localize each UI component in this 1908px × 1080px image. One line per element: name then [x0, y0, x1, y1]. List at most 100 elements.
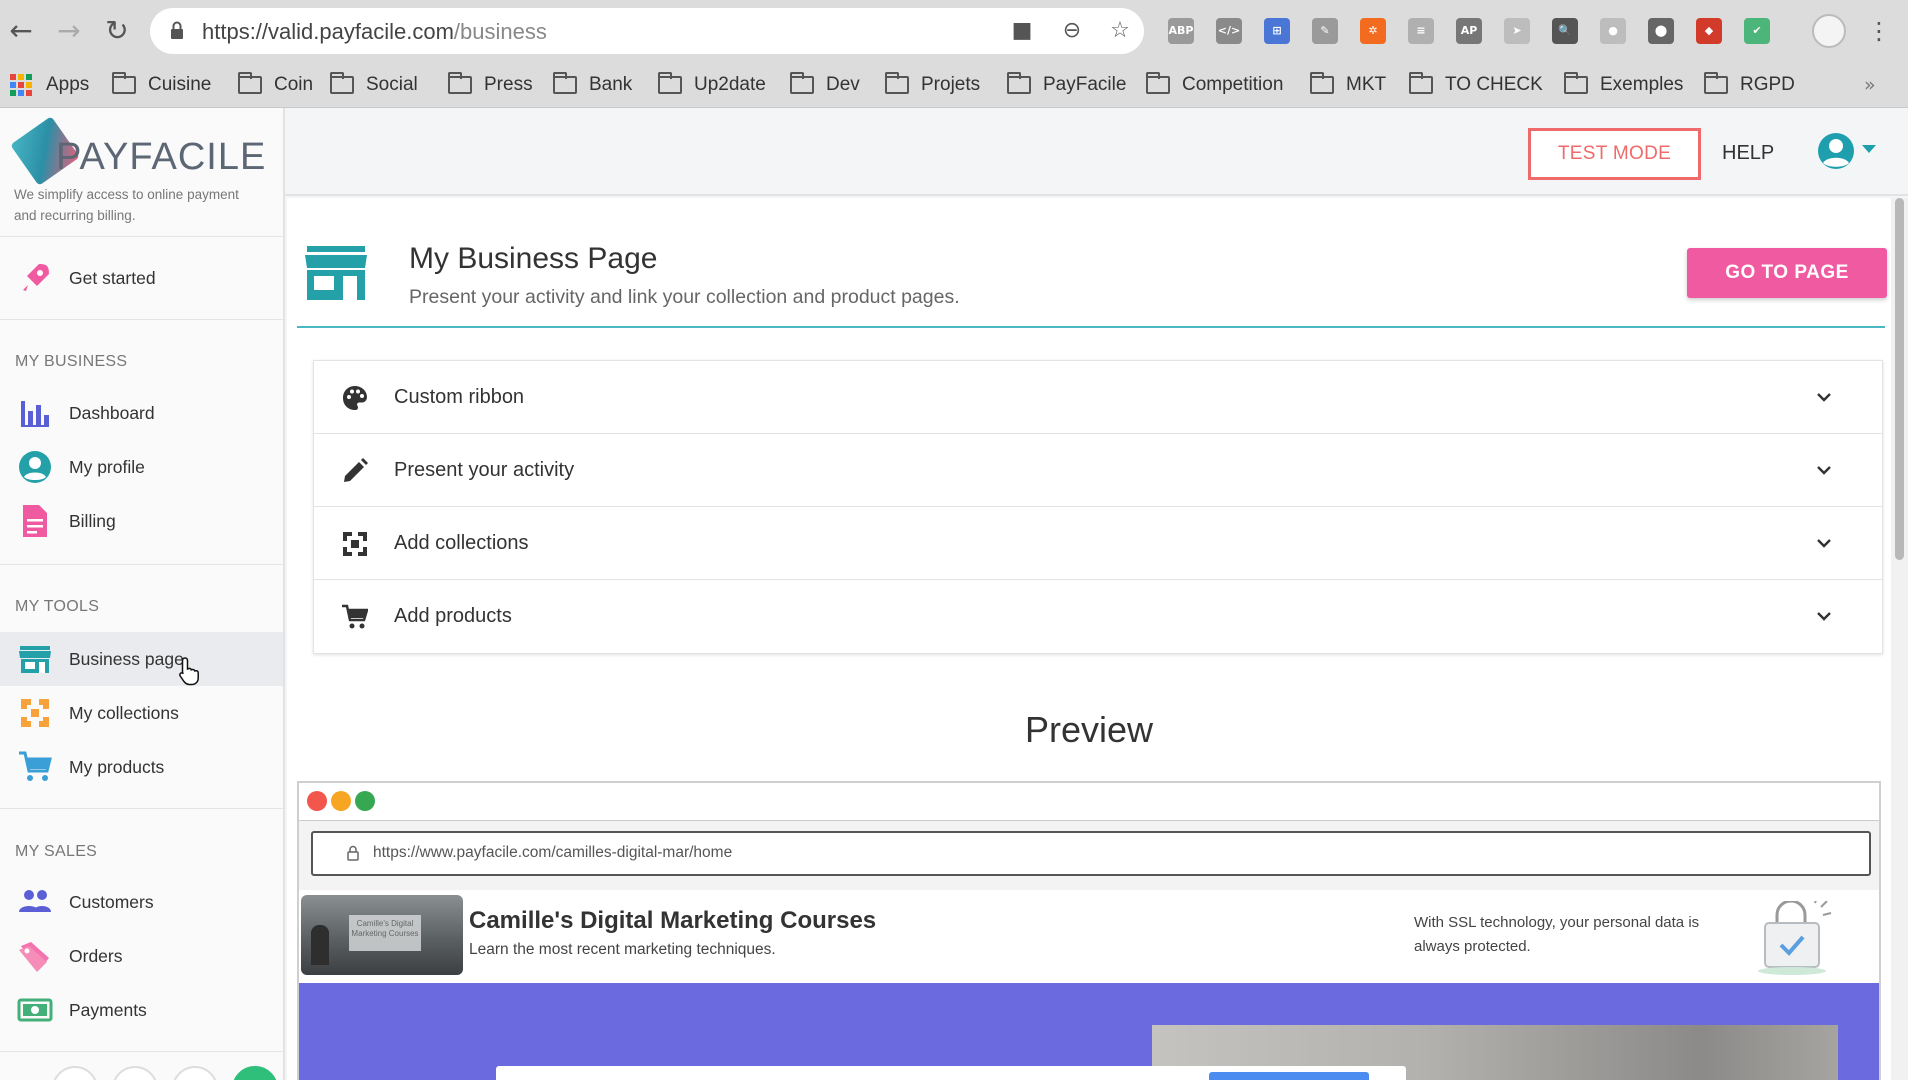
bookmark-cuisine[interactable]: Cuisine — [112, 70, 211, 100]
settings-accordion: Custom ribbon Present your activity Add … — [313, 360, 1883, 654]
thumbnail-person — [311, 925, 329, 965]
folder-icon — [1704, 72, 1728, 94]
accordion-add-products[interactable]: Add products — [314, 580, 1882, 653]
sidebar-item-business-page[interactable]: Business page — [0, 632, 283, 686]
sidebar-item-payments[interactable]: Payments — [0, 983, 283, 1037]
extension-arrow-icon[interactable]: ➤ — [1504, 18, 1530, 44]
footer-badge-icon[interactable] — [52, 1066, 98, 1080]
hero-card-button — [1209, 1072, 1369, 1080]
bookmark-payfacile[interactable]: PayFacile — [1007, 70, 1126, 100]
sidebar-item-customers[interactable]: Customers — [0, 875, 283, 929]
footer-badge-icon[interactable] — [112, 1066, 158, 1080]
back-icon[interactable]: ← — [4, 14, 38, 48]
bookmark-projets[interactable]: Projets — [885, 70, 980, 100]
zoom-icon[interactable]: ⊖ — [1060, 19, 1084, 43]
extension-ap-icon[interactable]: AP — [1456, 18, 1482, 44]
test-mode-button[interactable]: TEST MODE — [1528, 128, 1701, 180]
caret-down-icon — [1862, 145, 1876, 153]
extension-toggle-icon[interactable]: ● — [1600, 18, 1626, 44]
browser-menu-icon[interactable]: ⋮ — [1862, 14, 1896, 48]
sidebar: PAYFACILE We simplify access to online p… — [0, 108, 285, 1080]
sidebar-item-get-started[interactable]: Get started — [0, 251, 283, 305]
extension-check-icon[interactable]: ✔ — [1744, 18, 1770, 44]
sidebar-item-label: My products — [69, 756, 165, 777]
sidebar-item-my-profile[interactable]: My profile — [0, 440, 283, 494]
bookmark-bank[interactable]: Bank — [553, 70, 632, 100]
folder-icon — [1310, 72, 1334, 94]
bookmark-competition[interactable]: Competition — [1146, 70, 1283, 100]
folder-icon — [330, 72, 354, 94]
bookmark-star-icon[interactable]: ☆ — [1108, 19, 1132, 43]
bookmark-coin[interactable]: Coin — [238, 70, 313, 100]
extension-orange-icon[interactable]: ✲ — [1360, 18, 1386, 44]
bookmark-label: Competition — [1182, 74, 1284, 95]
scrollbar-thumb[interactable] — [1895, 198, 1904, 560]
people-icon — [19, 890, 51, 912]
sidebar-item-orders[interactable]: Orders — [0, 929, 283, 983]
palette-icon — [343, 386, 367, 410]
accordion-present-activity[interactable]: Present your activity — [314, 434, 1882, 507]
sidebar-item-my-products[interactable]: My products — [0, 740, 283, 794]
forward-icon[interactable]: → — [52, 14, 86, 48]
bookmark-label: Projets — [921, 74, 981, 95]
account-menu-button[interactable] — [1816, 131, 1876, 171]
apps-grid-icon — [10, 74, 32, 96]
reload-icon[interactable]: ↻ — [100, 14, 134, 48]
accordion-add-collections[interactable]: Add collections — [314, 507, 1882, 580]
extension-magnifier-icon[interactable]: 🔍 — [1552, 18, 1578, 44]
thumbnail-text: Camille's Digital Marketing Courses — [351, 919, 419, 938]
bookmark-to-check[interactable]: TO CHECK — [1409, 70, 1543, 100]
account-icon — [1818, 133, 1854, 169]
sidebar-item-label: Get started — [69, 267, 156, 288]
page-subtitle: Present your activity and link your coll… — [409, 286, 960, 308]
bookmark-mkt[interactable]: MKT — [1310, 70, 1386, 100]
sidebar-item-label: Orders — [69, 945, 123, 966]
store-icon — [305, 246, 367, 300]
bookmark-label: Social — [366, 74, 418, 95]
sidebar-divider — [0, 1051, 283, 1052]
page-scrollbar[interactable] — [1891, 198, 1908, 1080]
help-link[interactable]: HELP — [1722, 142, 1774, 165]
bookmark-social[interactable]: Social — [330, 70, 418, 100]
extension-gray-icon[interactable]: ≡ — [1408, 18, 1434, 44]
bookmark-up2date[interactable]: Up2date — [658, 70, 766, 100]
profile-avatar-icon[interactable] — [1812, 14, 1846, 48]
extension-edit-icon[interactable]: ✎ — [1312, 18, 1338, 44]
sidebar-item-label: Payments — [69, 999, 147, 1020]
bookmark-exemples[interactable]: Exemples — [1564, 70, 1683, 100]
extension-blue-icon[interactable]: ⊞ — [1264, 18, 1290, 44]
lock-icon — [347, 845, 359, 861]
bookmark-rgpd[interactable]: RGPD — [1704, 70, 1795, 100]
code-icon[interactable]: </> — [1216, 18, 1242, 44]
bookmark-dev[interactable]: Dev — [790, 70, 860, 100]
course-thumbnail: Camille's Digital Marketing Courses — [301, 895, 463, 975]
go-to-page-button[interactable]: GO TO PAGE — [1687, 248, 1887, 298]
camera-icon[interactable]: ■ — [1010, 19, 1034, 43]
bookmark-press[interactable]: Press — [448, 70, 533, 100]
preview-frame: https://www.payfacile.com/camilles-digit… — [297, 781, 1881, 1080]
page-title: My Business Page — [409, 242, 658, 275]
bookmark-apps[interactable]: Apps — [10, 70, 89, 100]
sidebar-item-label: Billing — [69, 510, 116, 531]
extension-red-icon[interactable]: ◆ — [1696, 18, 1722, 44]
folder-icon — [658, 72, 682, 94]
pencil-icon — [344, 458, 368, 482]
sidebar-item-dashboard[interactable]: Dashboard — [0, 386, 283, 440]
document-icon — [23, 505, 47, 537]
sidebar-item-my-collections[interactable]: My collections — [0, 686, 283, 740]
main-content: My Business Page Present your activity a… — [287, 198, 1891, 1080]
user-circle-icon — [19, 451, 51, 483]
sidebar-divider — [0, 808, 283, 809]
chevron-down-icon — [1817, 539, 1831, 548]
bookmarks-overflow-icon[interactable]: » — [1864, 70, 1876, 100]
extension-pin-icon[interactable]: ⬤ — [1648, 18, 1674, 44]
cart-icon — [342, 604, 368, 629]
sidebar-item-billing[interactable]: Billing — [0, 494, 283, 548]
abp-icon[interactable]: ABP — [1168, 18, 1194, 44]
bookmark-label: Bank — [589, 74, 633, 95]
footer-badge-icon[interactable] — [172, 1066, 218, 1080]
address-bar[interactable]: https://valid.payfacile.com/business ■ ⊖… — [150, 8, 1144, 54]
bookmark-label: MKT — [1346, 74, 1387, 95]
chat-badge-icon[interactable] — [232, 1066, 278, 1080]
accordion-custom-ribbon[interactable]: Custom ribbon — [314, 361, 1882, 434]
